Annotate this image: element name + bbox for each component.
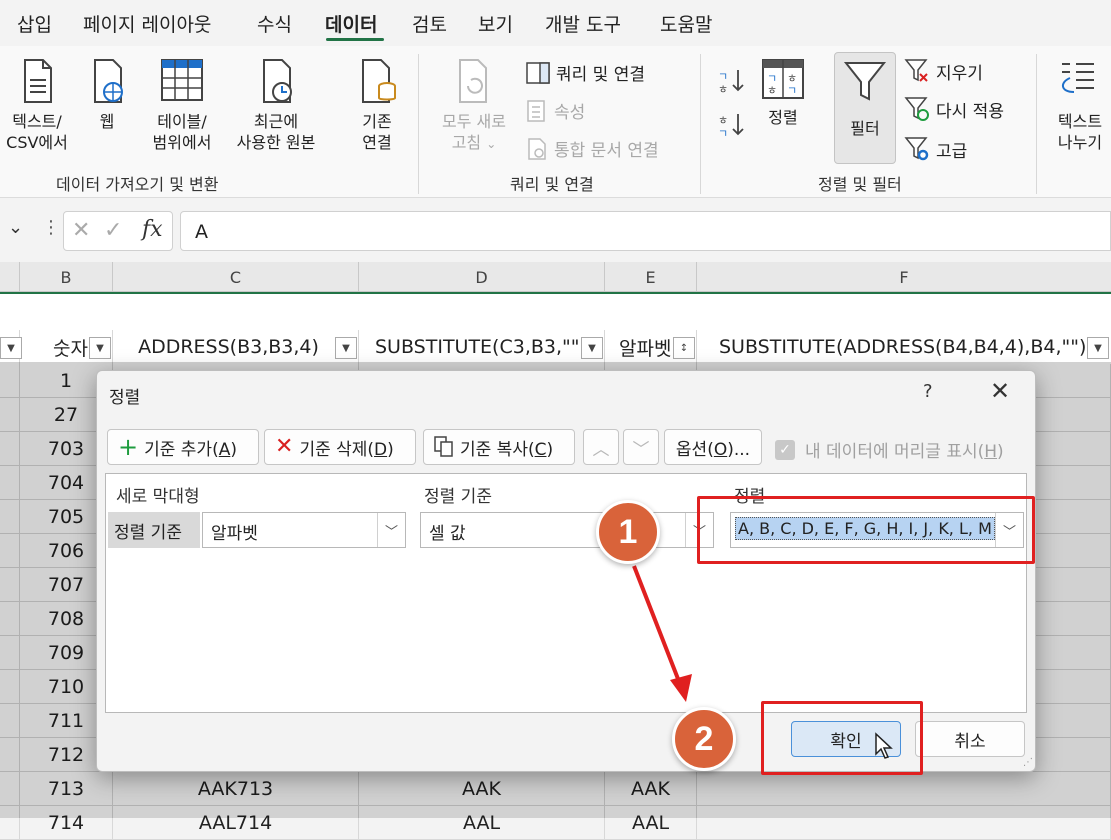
step-badge-1: 1 (596, 500, 660, 564)
mouse-cursor-icon (875, 732, 893, 759)
step-badge-2: 2 (672, 707, 736, 771)
arrow-line (632, 565, 682, 685)
arrow-head (670, 674, 692, 702)
arrow-annotation (632, 565, 692, 702)
